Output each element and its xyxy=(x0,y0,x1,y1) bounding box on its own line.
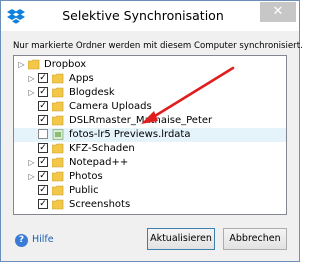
expand-icon[interactable]: ▷ xyxy=(27,74,36,83)
instruction-text: Nur markierte Ordner werden mit diesem C… xyxy=(13,41,303,51)
lightroom-file-icon xyxy=(52,129,64,140)
tree-item-blogdesk[interactable]: ▷ ✓ Blogdesk xyxy=(14,86,286,100)
help-icon[interactable]: ? xyxy=(15,234,28,247)
tree-item-apps[interactable]: ▷ ✓ Apps xyxy=(14,72,286,86)
tree-item-kfz-schaden[interactable]: ✓ KFZ-Schaden xyxy=(14,142,286,156)
tree-item-fotos-lr5-previews[interactable]: fotos-lr5 Previews.lrdata xyxy=(14,128,286,142)
tree-item-label: Apps xyxy=(69,73,94,84)
tree-item-public[interactable]: ✓ Public xyxy=(14,184,286,198)
folder-icon xyxy=(52,87,64,98)
tree-root-row[interactable]: ▷ Dropbox xyxy=(14,58,286,72)
checkbox[interactable]: ✓ xyxy=(38,157,48,167)
folder-icon xyxy=(52,171,64,182)
tree-item-label: Notepad++ xyxy=(69,157,129,168)
folder-icon xyxy=(52,101,64,112)
expand-icon[interactable]: ▷ xyxy=(27,158,36,167)
tree-item-label: Screenshots xyxy=(69,199,131,210)
folder-icon xyxy=(52,73,64,84)
close-button[interactable]: ✕ xyxy=(260,2,296,22)
checkbox[interactable] xyxy=(38,129,48,139)
checkbox[interactable]: ✓ xyxy=(38,73,48,83)
checkbox[interactable]: ✓ xyxy=(38,171,48,181)
tree-item-screenshots[interactable]: ✓ Screenshots xyxy=(14,198,286,212)
checkbox[interactable]: ✓ xyxy=(38,199,48,209)
tree-item-photos[interactable]: ▷ ✓ Photos xyxy=(14,170,286,184)
checkbox[interactable]: ✓ xyxy=(38,101,48,111)
folder-icon xyxy=(52,143,64,154)
folder-icon xyxy=(52,157,64,168)
tree-item-label: Blogdesk xyxy=(69,87,115,98)
folder-tree[interactable]: ▷ Dropbox ▷ ✓ Apps ▷ ✓ Blogdesk ✓ Camera… xyxy=(13,55,287,215)
expand-icon[interactable]: ▷ xyxy=(27,172,36,181)
tree-item-label: Photos xyxy=(69,171,103,182)
checkbox[interactable]: ✓ xyxy=(38,115,48,125)
window-title: Selektive Synchronisation xyxy=(62,8,224,23)
checkbox[interactable]: ✓ xyxy=(38,185,48,195)
tree-item-label: DSLRmaster_Mathaise_Peter xyxy=(69,115,213,126)
update-button[interactable]: Aktualisieren xyxy=(147,228,215,250)
tree-item-label: Camera Uploads xyxy=(69,101,152,112)
cancel-button[interactable]: Abbrechen xyxy=(223,228,287,250)
tree-item-dslrmaster[interactable]: ✓ DSLRmaster_Mathaise_Peter xyxy=(14,114,286,128)
checkbox[interactable]: ✓ xyxy=(38,87,48,97)
tree-item-label: Public xyxy=(69,185,99,196)
tree-root-label: Dropbox xyxy=(44,59,87,70)
expand-icon[interactable]: ▷ xyxy=(27,88,36,97)
title-bar: Selektive Synchronisation ✕ xyxy=(1,1,299,31)
sync-dialog: Selektive Synchronisation ✕ Nur markiert… xyxy=(0,0,303,262)
checkbox[interactable]: ✓ xyxy=(38,143,48,153)
tree-item-label: KFZ-Schaden xyxy=(69,143,135,154)
tree-item-notepad[interactable]: ▷ ✓ Notepad++ xyxy=(14,156,286,170)
expand-icon[interactable]: ▷ xyxy=(17,60,26,69)
folder-icon xyxy=(52,115,64,126)
help-link[interactable]: Hilfe xyxy=(32,234,54,245)
folder-icon xyxy=(52,185,64,196)
dropbox-icon xyxy=(7,9,25,24)
folder-icon xyxy=(28,59,40,70)
folder-icon xyxy=(52,199,64,210)
tree-item-camera-uploads[interactable]: ✓ Camera Uploads xyxy=(14,100,286,114)
tree-item-label: fotos-lr5 Previews.lrdata xyxy=(69,129,191,140)
